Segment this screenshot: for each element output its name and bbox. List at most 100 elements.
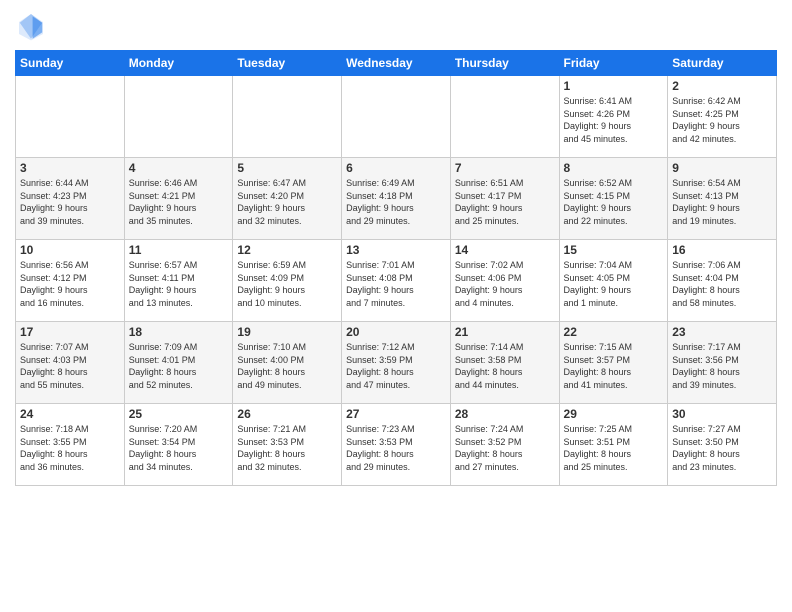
day-cell: 16 Sunrise: 7:06 AM Sunset: 4:04 PM Dayli…: [668, 240, 777, 322]
day-cell: 1 Sunrise: 6:41 AM Sunset: 4:26 PM Daylig…: [559, 76, 668, 158]
weekday-header-row: SundayMondayTuesdayWednesdayThursdayFrid…: [16, 51, 777, 76]
day-number: 8: [564, 161, 664, 175]
day-number: 26: [237, 407, 337, 421]
day-info: Sunrise: 6:46 AM Sunset: 4:21 PM Dayligh…: [129, 177, 229, 227]
day-cell: 17Sunrise: 7:07 AM Sunset: 4:03 PM Dayli…: [16, 322, 125, 404]
day-cell: [233, 76, 342, 158]
week-row-3: 10 Sunrise: 6:56 AM Sunset: 4:12 PM Dayli…: [16, 240, 777, 322]
day-cell: 24 Sunrise: 7:18 AM Sunset: 3:55 PM Dayli…: [16, 404, 125, 486]
day-number: 2: [672, 79, 772, 93]
weekday-header-monday: Monday: [124, 51, 233, 76]
day-info: Sunrise: 6:42 AM Sunset: 4:25 PM Dayligh…: [672, 95, 772, 145]
day-number: 19: [237, 325, 337, 339]
day-info: Sunrise: 7:07 AM Sunset: 4:03 PM Dayligh…: [20, 341, 120, 391]
day-info: Sunrise: 7:02 AM Sunset: 4:06 PM Dayligh…: [455, 259, 555, 309]
day-info: Sunrise: 6:54 AM Sunset: 4:13 PM Dayligh…: [672, 177, 772, 227]
day-info: Sunrise: 7:10 AM Sunset: 4:00 PM Dayligh…: [237, 341, 337, 391]
day-info: Sunrise: 6:52 AM Sunset: 4:15 PM Dayligh…: [564, 177, 664, 227]
day-number: 23: [672, 325, 772, 339]
day-info: Sunrise: 7:23 AM Sunset: 3:53 PM Dayligh…: [346, 423, 446, 473]
logo: [15, 10, 51, 42]
day-info: Sunrise: 7:20 AM Sunset: 3:54 PM Dayligh…: [129, 423, 229, 473]
day-info: Sunrise: 7:09 AM Sunset: 4:01 PM Dayligh…: [129, 341, 229, 391]
day-info: Sunrise: 7:06 AM Sunset: 4:04 PM Dayligh…: [672, 259, 772, 309]
day-info: Sunrise: 7:12 AM Sunset: 3:59 PM Dayligh…: [346, 341, 446, 391]
day-info: Sunrise: 7:18 AM Sunset: 3:55 PM Dayligh…: [20, 423, 120, 473]
day-cell: 5 Sunrise: 6:47 AM Sunset: 4:20 PM Daylig…: [233, 158, 342, 240]
day-cell: 10 Sunrise: 6:56 AM Sunset: 4:12 PM Dayli…: [16, 240, 125, 322]
day-number: 7: [455, 161, 555, 175]
day-number: 14: [455, 243, 555, 257]
day-number: 30: [672, 407, 772, 421]
weekday-header-friday: Friday: [559, 51, 668, 76]
day-number: 3: [20, 161, 120, 175]
day-info: Sunrise: 7:25 AM Sunset: 3:51 PM Dayligh…: [564, 423, 664, 473]
day-info: Sunrise: 6:49 AM Sunset: 4:18 PM Dayligh…: [346, 177, 446, 227]
day-cell: 20 Sunrise: 7:12 AM Sunset: 3:59 PM Dayli…: [342, 322, 451, 404]
logo-icon: [15, 10, 47, 42]
day-number: 16: [672, 243, 772, 257]
day-cell: 15 Sunrise: 7:04 AM Sunset: 4:05 PM Dayli…: [559, 240, 668, 322]
day-info: Sunrise: 7:04 AM Sunset: 4:05 PM Dayligh…: [564, 259, 664, 309]
day-number: 13: [346, 243, 446, 257]
day-cell: 22 Sunrise: 7:15 AM Sunset: 3:57 PM Dayli…: [559, 322, 668, 404]
day-info: Sunrise: 6:44 AM Sunset: 4:23 PM Dayligh…: [20, 177, 120, 227]
day-cell: 4 Sunrise: 6:46 AM Sunset: 4:21 PM Daylig…: [124, 158, 233, 240]
day-info: Sunrise: 7:21 AM Sunset: 3:53 PM Dayligh…: [237, 423, 337, 473]
day-number: 18: [129, 325, 229, 339]
day-cell: [124, 76, 233, 158]
day-cell: [16, 76, 125, 158]
day-cell: 3 Sunrise: 6:44 AM Sunset: 4:23 PM Daylig…: [16, 158, 125, 240]
week-row-5: 24 Sunrise: 7:18 AM Sunset: 3:55 PM Dayli…: [16, 404, 777, 486]
day-number: 20: [346, 325, 446, 339]
day-number: 4: [129, 161, 229, 175]
calendar: SundayMondayTuesdayWednesdayThursdayFrid…: [15, 50, 777, 486]
day-cell: 9Sunrise: 6:54 AM Sunset: 4:13 PM Daylig…: [668, 158, 777, 240]
day-number: 12: [237, 243, 337, 257]
week-row-2: 3 Sunrise: 6:44 AM Sunset: 4:23 PM Daylig…: [16, 158, 777, 240]
day-cell: 28 Sunrise: 7:24 AM Sunset: 3:52 PM Dayli…: [450, 404, 559, 486]
page: SundayMondayTuesdayWednesdayThursdayFrid…: [0, 0, 792, 612]
day-number: 29: [564, 407, 664, 421]
day-info: Sunrise: 7:14 AM Sunset: 3:58 PM Dayligh…: [455, 341, 555, 391]
week-row-1: 1 Sunrise: 6:41 AM Sunset: 4:26 PM Daylig…: [16, 76, 777, 158]
day-info: Sunrise: 7:24 AM Sunset: 3:52 PM Dayligh…: [455, 423, 555, 473]
day-number: 21: [455, 325, 555, 339]
day-number: 24: [20, 407, 120, 421]
day-info: Sunrise: 6:56 AM Sunset: 4:12 PM Dayligh…: [20, 259, 120, 309]
day-number: 25: [129, 407, 229, 421]
day-info: Sunrise: 7:17 AM Sunset: 3:56 PM Dayligh…: [672, 341, 772, 391]
weekday-header-sunday: Sunday: [16, 51, 125, 76]
day-number: 15: [564, 243, 664, 257]
day-number: 27: [346, 407, 446, 421]
day-info: Sunrise: 7:01 AM Sunset: 4:08 PM Dayligh…: [346, 259, 446, 309]
day-number: 11: [129, 243, 229, 257]
day-cell: 11Sunrise: 6:57 AM Sunset: 4:11 PM Dayli…: [124, 240, 233, 322]
day-info: Sunrise: 6:41 AM Sunset: 4:26 PM Dayligh…: [564, 95, 664, 145]
day-number: 5: [237, 161, 337, 175]
day-number: 22: [564, 325, 664, 339]
day-cell: 29 Sunrise: 7:25 AM Sunset: 3:51 PM Dayli…: [559, 404, 668, 486]
day-cell: [342, 76, 451, 158]
day-info: Sunrise: 7:27 AM Sunset: 3:50 PM Dayligh…: [672, 423, 772, 473]
day-info: Sunrise: 7:15 AM Sunset: 3:57 PM Dayligh…: [564, 341, 664, 391]
day-cell: 30 Sunrise: 7:27 AM Sunset: 3:50 PM Dayli…: [668, 404, 777, 486]
day-info: Sunrise: 6:59 AM Sunset: 4:09 PM Dayligh…: [237, 259, 337, 309]
weekday-header-tuesday: Tuesday: [233, 51, 342, 76]
day-cell: 12 Sunrise: 6:59 AM Sunset: 4:09 PM Dayli…: [233, 240, 342, 322]
day-cell: 6Sunrise: 6:49 AM Sunset: 4:18 PM Daylig…: [342, 158, 451, 240]
weekday-header-saturday: Saturday: [668, 51, 777, 76]
day-number: 1: [564, 79, 664, 93]
day-cell: 14 Sunrise: 7:02 AM Sunset: 4:06 PM Dayli…: [450, 240, 559, 322]
day-cell: [450, 76, 559, 158]
weekday-header-thursday: Thursday: [450, 51, 559, 76]
day-info: Sunrise: 6:47 AM Sunset: 4:20 PM Dayligh…: [237, 177, 337, 227]
day-cell: 2 Sunrise: 6:42 AM Sunset: 4:25 PM Daylig…: [668, 76, 777, 158]
day-cell: 18 Sunrise: 7:09 AM Sunset: 4:01 PM Dayli…: [124, 322, 233, 404]
day-number: 10: [20, 243, 120, 257]
header: [15, 10, 777, 42]
day-cell: 8 Sunrise: 6:52 AM Sunset: 4:15 PM Daylig…: [559, 158, 668, 240]
day-number: 28: [455, 407, 555, 421]
day-cell: 21 Sunrise: 7:14 AM Sunset: 3:58 PM Dayli…: [450, 322, 559, 404]
day-cell: 25 Sunrise: 7:20 AM Sunset: 3:54 PM Dayli…: [124, 404, 233, 486]
